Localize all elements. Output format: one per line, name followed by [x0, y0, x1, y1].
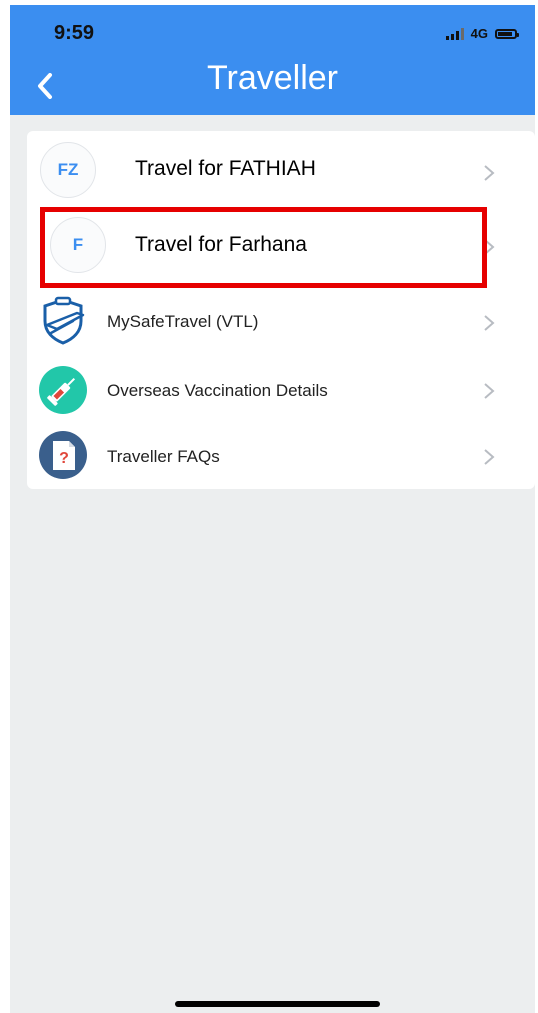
chevron-right-icon [484, 449, 495, 465]
menu-item-label: Overseas Vaccination Details [107, 381, 328, 400]
menu-item-vaccination[interactable]: Overseas Vaccination Details [27, 357, 535, 423]
signal-icon [445, 27, 464, 40]
avatar: FZ [40, 142, 96, 198]
selection-highlight-box [40, 207, 487, 288]
shield-plane-icon [43, 296, 85, 345]
menu-item-faqs[interactable]: ? Traveller FAQs [27, 425, 535, 489]
menu-item-mysafetravel[interactable]: MySafeTravel (VTL) [27, 289, 535, 357]
menu-item-label: MySafeTravel (VTL) [107, 312, 259, 331]
phone-screen: 9:59 4G Traveller FZ Travel for FATHIAH … [10, 5, 535, 1013]
status-indicators: 4G [445, 26, 519, 41]
chevron-right-icon [484, 315, 495, 331]
syringe-icon [39, 366, 87, 414]
status-time: 9:59 [54, 22, 95, 44]
traveller-row-fathiah[interactable]: FZ Travel for FATHIAH [27, 135, 535, 205]
page-title: Traveller [207, 59, 338, 97]
chevron-right-icon [484, 383, 495, 399]
chevron-right-icon [484, 165, 495, 181]
home-indicator[interactable] [175, 1001, 380, 1007]
traveller-name: Travel for FATHIAH [135, 157, 316, 180]
faq-document-icon: ? [39, 431, 87, 479]
menu-item-label: Traveller FAQs [107, 447, 220, 466]
battery-icon [495, 28, 519, 39]
network-type: 4G [470, 26, 488, 41]
app-header: 9:59 4G Traveller [10, 5, 535, 115]
traveller-menu-card: FZ Travel for FATHIAH F Travel for Farha… [27, 131, 535, 489]
svg-text:?: ? [59, 450, 69, 467]
